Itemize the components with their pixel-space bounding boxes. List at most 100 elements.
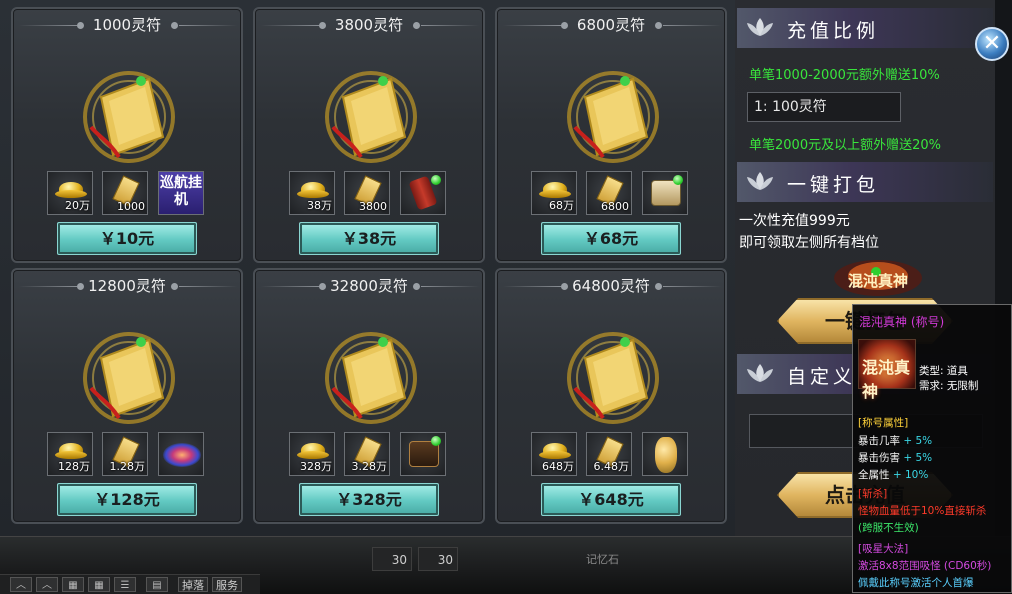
talisman-icon — [567, 332, 659, 424]
bundle-header: 一键打包 — [737, 162, 993, 202]
title-dot-icon — [171, 22, 178, 29]
reward-slot[interactable] — [642, 432, 688, 476]
title-dot-icon — [413, 22, 420, 29]
reward-count: 20万 — [65, 199, 90, 212]
attr-value: + 5% — [903, 452, 933, 464]
reward-slot[interactable]: 328万 — [289, 432, 335, 476]
tooltip-skill1-desc: 怪物血量低于10%直接斩杀 — [858, 505, 987, 517]
rarity-dot-icon — [673, 175, 683, 185]
reward-slot[interactable]: 6.48万 — [586, 432, 632, 476]
talisman-icon — [567, 71, 659, 163]
close-icon[interactable]: ✕ — [975, 27, 1009, 61]
lotus-icon — [747, 18, 773, 36]
hud-up-icon[interactable]: ︿ — [36, 577, 58, 592]
ratio-header: 充值比例 — [737, 8, 993, 48]
buy-button[interactable]: ￥10元 — [57, 222, 197, 255]
gold-ingot-icon — [539, 182, 571, 198]
reward-count: 328万 — [300, 460, 332, 473]
reward-slot[interactable]: 128万 — [47, 432, 93, 476]
service-button[interactable]: 服务 — [212, 577, 242, 592]
reward-slot[interactable]: 3800 — [344, 171, 390, 215]
reward-slot[interactable] — [642, 171, 688, 215]
talisman-icon — [325, 71, 417, 163]
reward-count: 6800 — [601, 200, 629, 213]
tooltip-requirement: 需求: 无限制 — [919, 380, 979, 392]
title-divider — [663, 286, 721, 287]
buy-button[interactable]: ￥128元 — [57, 483, 197, 516]
title-dot-icon — [655, 283, 662, 290]
title-dot-icon — [655, 22, 662, 29]
buy-button[interactable]: ￥38元 — [299, 222, 439, 255]
buy-button[interactable]: ￥648元 — [541, 483, 681, 516]
memory-stone-label[interactable]: 记忆石 — [586, 551, 619, 567]
reward-slot[interactable] — [400, 171, 446, 215]
attr-label: 全属性 — [858, 469, 890, 481]
pack-card: 6800灵符 68万 6800 ￥68元 — [495, 7, 727, 263]
drop-button[interactable]: 掉落 — [178, 577, 208, 592]
pack-card: 32800灵符 328万 3.28万 ￥328元 — [253, 268, 485, 524]
tooltip-attr-header: [称号属性] — [858, 417, 909, 429]
patrol-afk-icon: 巡航挂机 — [159, 172, 203, 214]
title-banner-icon: 混沌真神 — [834, 260, 922, 296]
attr-value: + 5% — [903, 435, 933, 447]
pack-card: 64800灵符 648万 6.48万 ￥648元 — [495, 268, 727, 524]
hud-grid-icon[interactable]: ▦ — [62, 577, 84, 592]
buy-button[interactable]: ￥68元 — [541, 222, 681, 255]
rate-display: 1: 100灵符 — [747, 92, 901, 122]
reward-slot[interactable]: 1.28万 — [102, 432, 148, 476]
reward-slot[interactable]: 6800 — [586, 171, 632, 215]
lotus-icon — [747, 364, 773, 382]
title-divider — [421, 286, 479, 287]
hud-slot-count: 30 — [437, 553, 453, 567]
pack-card: 3800灵符 38万 3800 ￥38元 — [253, 7, 485, 263]
reward-count: 68万 — [549, 199, 574, 212]
banner-text: 混沌真神 — [848, 272, 908, 290]
tooltip-attr-row: 暴击几率 + 5% — [858, 433, 932, 448]
item-tooltip: 混沌真神 (称号) 混沌真神 类型: 道具 需求: 无限制 [称号属性] 暴击几… — [852, 304, 1012, 593]
reward-slot[interactable]: 38万 — [289, 171, 335, 215]
bundle-desc-2: 即可领取左侧所有档位 — [739, 235, 879, 251]
hud-grid-icon[interactable]: ▦ — [88, 577, 110, 592]
gold-ingot-icon — [55, 182, 87, 198]
reward-slot[interactable]: 68万 — [531, 171, 577, 215]
reward-slot[interactable]: 1000 — [102, 171, 148, 215]
hud-up-icon[interactable]: ︿ — [10, 577, 32, 592]
reward-slot[interactable]: 3.28万 — [344, 432, 390, 476]
title-divider — [179, 25, 237, 26]
hud-menu-icon[interactable]: ☰ — [114, 577, 136, 592]
attr-value: + 10% — [892, 469, 929, 481]
tooltip-skill2-header: [吸星大法] — [858, 543, 909, 555]
tooltip-item-name: 混沌真神 (称号) — [859, 315, 945, 329]
title-dot-icon — [413, 283, 420, 290]
reward-slot[interactable]: 巡航挂机 — [158, 171, 204, 215]
gold-ingot-icon — [297, 443, 329, 459]
talisman-icon — [325, 332, 417, 424]
bundle-desc-1: 一次性充值999元 — [739, 213, 850, 229]
gold-ingot-icon — [297, 182, 329, 198]
hud-item-slot[interactable]: 30 — [372, 547, 412, 571]
title-divider — [663, 25, 721, 26]
reward-count: 1.28万 — [109, 460, 146, 473]
title-item-icon: 混沌真神 — [858, 339, 916, 401]
attr-label: 暴击几率 — [858, 435, 900, 447]
pack-card: 12800灵符 128万 1.28万 ￥128元 — [11, 268, 243, 524]
tooltip-skill1-header: [斩杀] — [858, 488, 888, 500]
buy-button[interactable]: ￥328元 — [299, 483, 439, 516]
lotus-icon — [747, 172, 773, 190]
tooltip-attr-row: 全属性 + 10% — [858, 467, 928, 482]
hud-menu-icon[interactable]: ▤ — [146, 577, 168, 592]
reward-slot[interactable] — [400, 432, 446, 476]
hud-slot-count: 30 — [391, 553, 407, 567]
attr-label: 暴击伤害 — [858, 452, 900, 464]
title-dot-icon — [171, 283, 178, 290]
reward-slot[interactable]: 20万 — [47, 171, 93, 215]
reward-count: 38万 — [307, 199, 332, 212]
title-divider — [421, 25, 479, 26]
rarity-dot-icon — [431, 436, 441, 446]
bonus-10-text: 单笔1000-2000元额外赠送10% — [749, 68, 940, 83]
reward-slot[interactable] — [158, 432, 204, 476]
reward-slot[interactable]: 648万 — [531, 432, 577, 476]
hud-item-slot[interactable]: 30 — [418, 547, 458, 571]
rarity-dot-icon — [431, 175, 441, 185]
tooltip-skill2-desc: 激活8x8范围吸怪 (CD60秒) — [858, 560, 992, 572]
